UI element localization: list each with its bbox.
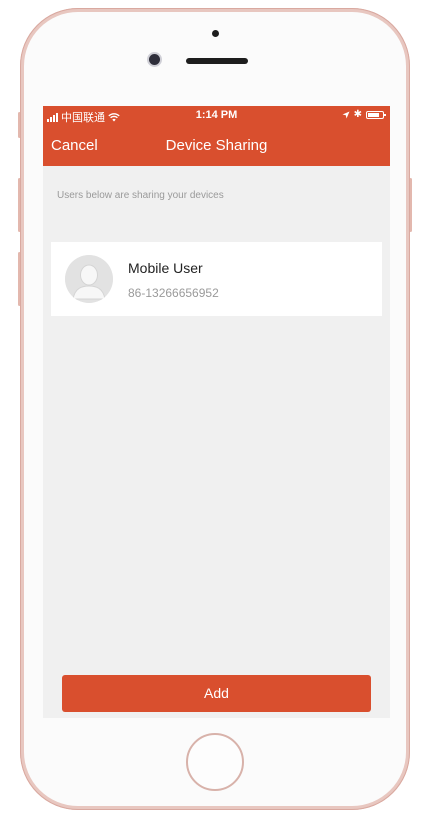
shared-user-item[interactable]: Mobile User 86-13266656952 [51, 242, 382, 316]
bluetooth-icon: ✱ [353, 109, 362, 120]
user-phone: 86-13266656952 [128, 286, 219, 300]
navigation-bar: Cancel Device Sharing [43, 126, 390, 166]
device-frame: 中国联通 1:14 PM ✱ Cancel Device Sharing Use… [0, 0, 426, 816]
user-name: Mobile User [128, 260, 203, 276]
battery-icon [366, 110, 386, 119]
earpiece-speaker [186, 58, 248, 64]
home-button[interactable] [186, 733, 244, 791]
status-bar: 中国联通 1:14 PM ✱ [43, 106, 390, 126]
front-camera [149, 54, 160, 65]
proximity-sensor [212, 30, 219, 37]
avatar [65, 255, 113, 303]
app-screen: 中国联通 1:14 PM ✱ Cancel Device Sharing Use… [43, 106, 390, 718]
status-right: ✱ [342, 109, 386, 120]
location-arrow-icon [342, 111, 350, 118]
add-button[interactable]: Add [62, 675, 371, 712]
status-time: 1:14 PM [195, 109, 238, 121]
page-title: Device Sharing [165, 137, 268, 154]
sharing-hint-text: Users below are sharing your devices [57, 190, 224, 201]
user-placeholder-icon [65, 255, 113, 303]
